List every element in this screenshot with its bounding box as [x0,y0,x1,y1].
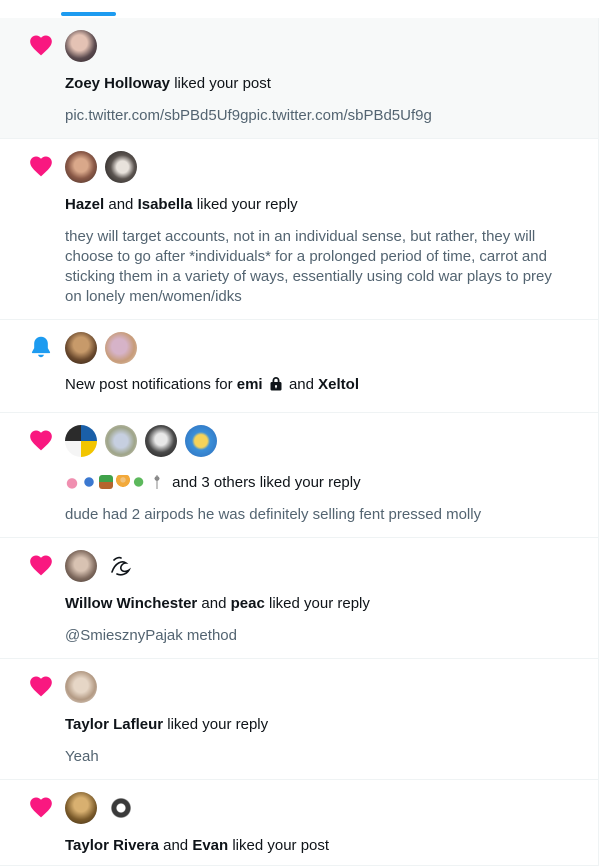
avatar[interactable] [105,151,137,183]
active-tab-indicator [61,12,116,16]
notification-text: and 3 others liked your reply [65,473,361,493]
notification-item[interactable]: Taylor Lafleur liked your reply Yeah [0,659,599,780]
avatar[interactable] [185,425,217,457]
actor-name[interactable]: emi [237,376,263,393]
heart-icon [28,552,54,578]
bell-icon [28,334,54,360]
post-preview[interactable]: they will target accounts, not in an ind… [65,227,570,307]
notification-item[interactable]: Willow Winchester and peac liked your re… [0,538,599,659]
heart-icon [28,153,54,179]
notification-text: New post notifications for emi and Xelto… [65,375,359,397]
heart-icon [28,427,54,453]
tab-bar [0,0,599,18]
actor-name[interactable]: Taylor Lafleur [65,716,163,733]
avatar[interactable] [105,792,137,824]
notification-item[interactable]: Zoey Holloway liked your post pic.twitte… [0,18,599,139]
avatar[interactable] [145,425,177,457]
lotus-emoji [65,475,79,489]
notification-text: Zoey Holloway liked your post [65,75,271,92]
avatar[interactable] [65,671,97,703]
post-preview[interactable]: Yeah [65,747,570,767]
actor-name[interactable]: Xeltol [318,376,359,393]
actor-name[interactable]: Willow Winchester [65,595,197,612]
notification-item[interactable]: and 3 others liked your reply dude had 2… [0,413,599,538]
post-preview[interactable]: @SmiesznyPajak method [65,626,570,646]
post-preview[interactable]: pic.twitter.com/sbPBd5Uf9gpic.twitter.co… [65,106,570,126]
actor-name[interactable]: Evan [192,837,228,854]
actor-name[interactable]: peac [231,595,265,612]
avatar[interactable] [105,425,137,457]
avatar[interactable] [65,550,97,582]
heart-icon [28,673,54,699]
herb-emoji [133,475,147,489]
notification-item[interactable]: Hazel and Isabella liked your reply they… [0,139,599,320]
post-preview[interactable]: dude had 2 airpods he was definitely sel… [65,505,570,525]
notification-text: Taylor Lafleur liked your reply [65,716,269,733]
notification-item[interactable]: Taylor Rivera and Evan liked your post [0,780,599,866]
meditation-emoji [116,475,130,489]
lock-icon [269,376,283,397]
notification-text: Taylor Rivera and Evan liked your post [65,837,330,854]
actor-name[interactable]: Hazel [65,196,104,213]
avatar[interactable] [65,332,97,364]
plant-emoji [99,475,113,489]
actor-name[interactable]: Taylor Rivera [65,837,159,854]
heart-icon [28,32,54,58]
person-emoji [150,475,164,489]
actor-name[interactable]: Isabella [138,196,193,213]
avatar[interactable] [105,550,137,582]
avatar[interactable] [65,425,97,457]
notification-item[interactable]: New post notifications for emi and Xelto… [0,320,599,413]
notification-list: Zoey Holloway liked your post pic.twitte… [0,18,599,866]
notification-text: Willow Winchester and peac liked your re… [65,595,370,612]
avatar[interactable] [65,30,97,62]
avatar[interactable] [105,332,137,364]
actor-name[interactable]: Zoey Holloway [65,75,170,92]
avatar[interactable] [65,151,97,183]
heart-icon [28,794,54,820]
emoji-name[interactable] [65,475,164,489]
notification-text: Hazel and Isabella liked your reply [65,196,298,213]
hamsa-emoji [82,475,96,489]
avatar[interactable] [65,792,97,824]
